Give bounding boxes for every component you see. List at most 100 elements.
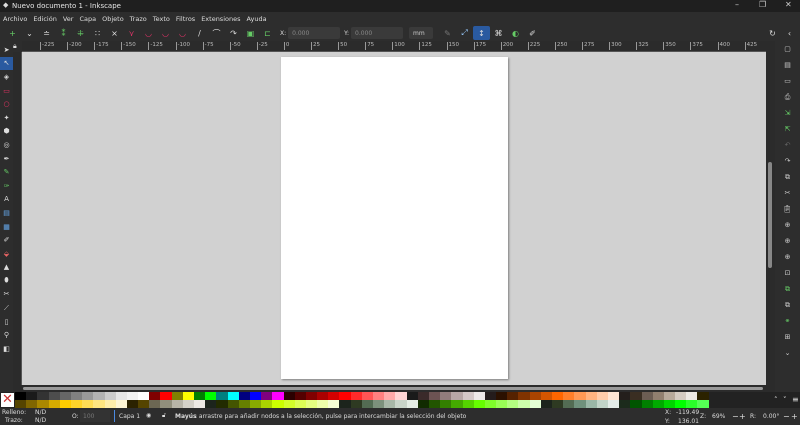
transform-handles-icon[interactable]: ⌘ bbox=[490, 26, 507, 40]
color-swatch[interactable] bbox=[406, 400, 418, 408]
color-swatch[interactable] bbox=[529, 392, 541, 400]
color-swatch[interactable] bbox=[317, 400, 329, 408]
color-swatch[interactable] bbox=[630, 392, 642, 400]
menu-trazo[interactable]: Trazo bbox=[130, 15, 147, 23]
snap-toggle-icon[interactable]: ↻ bbox=[764, 26, 781, 40]
horizontal-scroll-thumb[interactable] bbox=[23, 387, 763, 390]
color-swatch[interactable] bbox=[272, 392, 284, 400]
color-swatch[interactable] bbox=[26, 392, 38, 400]
group-icon[interactable]: ⊞ bbox=[775, 329, 800, 345]
3d-box-tool-icon[interactable]: ⬢ bbox=[0, 125, 13, 139]
color-swatch[interactable] bbox=[462, 400, 474, 408]
spiral-tool-icon[interactable]: ◎ bbox=[0, 138, 13, 152]
export-icon[interactable]: ⇱ bbox=[775, 121, 800, 137]
connector-tool-icon[interactable]: ✂ bbox=[0, 288, 13, 302]
color-swatch[interactable] bbox=[115, 392, 127, 400]
color-swatch[interactable] bbox=[149, 392, 161, 400]
node-tool-icon[interactable]: ↖ bbox=[0, 56, 13, 71]
paint-bucket-icon[interactable]: ⬙ bbox=[0, 247, 13, 261]
color-swatch[interactable] bbox=[48, 400, 60, 408]
rotation-value[interactable]: 0.00° bbox=[763, 413, 779, 420]
color-swatch[interactable] bbox=[361, 400, 373, 408]
menu-capa[interactable]: Capa bbox=[79, 15, 96, 23]
color-swatch[interactable] bbox=[440, 392, 452, 400]
zoom-in-button[interactable]: + bbox=[739, 412, 746, 421]
color-swatch[interactable] bbox=[697, 400, 709, 408]
color-swatch[interactable] bbox=[473, 392, 485, 400]
insert-node-icon[interactable]: + bbox=[4, 26, 21, 40]
color-swatch[interactable] bbox=[395, 400, 407, 408]
color-swatch[interactable] bbox=[70, 400, 83, 408]
color-swatch[interactable] bbox=[585, 400, 597, 408]
tweak-tool-icon[interactable]: ◈ bbox=[0, 70, 13, 84]
mesh-tool-icon[interactable]: ▦ bbox=[0, 220, 13, 234]
color-swatch[interactable] bbox=[585, 392, 597, 400]
color-swatch[interactable] bbox=[305, 400, 318, 408]
color-swatch[interactable] bbox=[428, 392, 441, 400]
color-swatch[interactable] bbox=[160, 392, 172, 400]
canvas[interactable] bbox=[22, 52, 766, 385]
color-swatch[interactable] bbox=[417, 392, 429, 400]
delete-node-icon[interactable]: ⌄ bbox=[21, 26, 38, 40]
vertical-ruler[interactable] bbox=[13, 52, 22, 385]
color-swatch[interactable] bbox=[138, 400, 150, 408]
cut-icon[interactable]: ✂ bbox=[775, 185, 800, 201]
rectangle-tool-icon[interactable]: ▭ bbox=[0, 84, 13, 98]
clone-icon[interactable]: ⧉ bbox=[775, 297, 800, 313]
color-swatch[interactable] bbox=[126, 400, 139, 408]
layer-visibility-icon[interactable]: ◉ bbox=[146, 412, 151, 419]
document-page[interactable] bbox=[281, 57, 508, 379]
split-segment-icon[interactable]: ⨯ bbox=[106, 26, 123, 40]
menu-extensiones[interactable]: Extensiones bbox=[201, 15, 240, 23]
undo-icon[interactable]: ↶ bbox=[775, 137, 800, 153]
color-swatch[interactable] bbox=[37, 400, 49, 408]
spray-tool-icon[interactable]: ▲ bbox=[0, 261, 13, 275]
color-swatch[interactable] bbox=[82, 392, 94, 400]
menu-ver[interactable]: Ver bbox=[63, 15, 74, 23]
color-swatch[interactable] bbox=[484, 392, 497, 400]
color-swatch[interactable] bbox=[384, 400, 396, 408]
auto-smooth-node-icon[interactable]: ◡ bbox=[174, 26, 191, 40]
color-swatch[interactable] bbox=[496, 400, 508, 408]
color-swatch[interactable] bbox=[194, 392, 206, 400]
save-icon[interactable]: ▭ bbox=[775, 73, 800, 89]
color-swatch[interactable] bbox=[160, 400, 172, 408]
break-path-icon[interactable]: ⁑ bbox=[55, 26, 72, 40]
color-swatch[interactable] bbox=[529, 400, 541, 408]
color-swatch[interactable] bbox=[59, 392, 71, 400]
stroke-value[interactable]: N/D bbox=[35, 417, 46, 424]
color-swatch[interactable] bbox=[59, 400, 71, 408]
color-swatch[interactable] bbox=[518, 392, 530, 400]
redo-icon[interactable]: ↷ bbox=[775, 153, 800, 169]
color-swatch[interactable] bbox=[171, 400, 183, 408]
color-swatch[interactable] bbox=[697, 392, 709, 400]
color-swatch[interactable] bbox=[663, 400, 676, 408]
zoom-selection-icon[interactable]: ⊕ bbox=[775, 217, 800, 233]
menu-edición[interactable]: Edición bbox=[33, 15, 57, 23]
color-swatch[interactable] bbox=[272, 400, 284, 408]
palette-scroll-down-icon[interactable]: ˅ bbox=[783, 396, 787, 404]
color-swatch[interactable] bbox=[607, 392, 620, 400]
gradient-tool-icon[interactable]: ▤ bbox=[0, 206, 13, 220]
color-swatch[interactable] bbox=[663, 392, 676, 400]
color-swatch[interactable] bbox=[507, 392, 519, 400]
color-swatch[interactable] bbox=[93, 392, 105, 400]
color-swatch[interactable] bbox=[249, 400, 262, 408]
zoom-drawing-icon[interactable]: ⊕ bbox=[775, 233, 800, 249]
color-swatch[interactable] bbox=[574, 392, 586, 400]
color-swatch[interactable] bbox=[182, 400, 194, 408]
color-swatch[interactable] bbox=[283, 392, 295, 400]
color-swatch[interactable] bbox=[182, 392, 194, 400]
color-swatch[interactable] bbox=[440, 400, 452, 408]
color-swatch[interactable] bbox=[37, 392, 49, 400]
color-swatch[interactable] bbox=[227, 392, 239, 400]
pen-tool-icon[interactable]: ✒ bbox=[0, 152, 13, 166]
color-swatch[interactable] bbox=[238, 400, 250, 408]
color-swatch[interactable] bbox=[104, 400, 116, 408]
palette-scroll-up-icon[interactable]: ˄ bbox=[774, 396, 778, 404]
x-input[interactable]: 0.000 bbox=[288, 27, 341, 39]
color-swatch[interactable] bbox=[216, 400, 228, 408]
color-swatch[interactable] bbox=[451, 392, 463, 400]
color-swatch[interactable] bbox=[406, 392, 418, 400]
color-swatch[interactable] bbox=[417, 400, 429, 408]
